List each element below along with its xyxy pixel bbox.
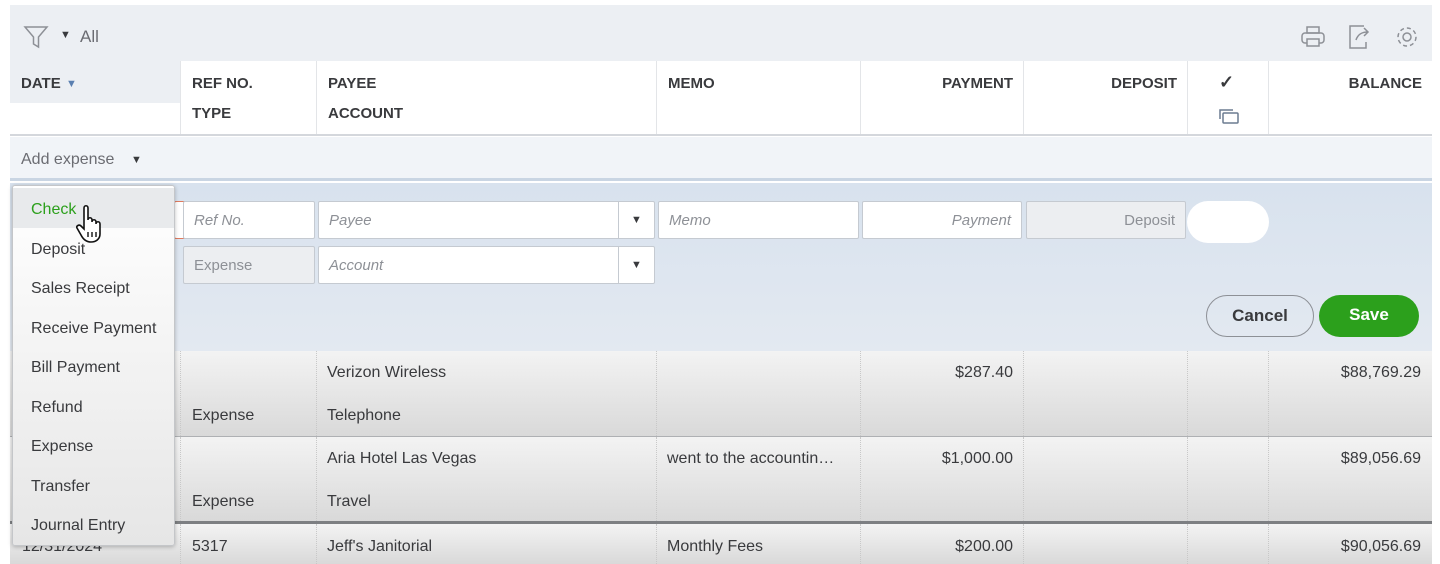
column-date[interactable]: DATE ▼ (10, 61, 180, 134)
column-deposit: DEPOSIT (1023, 61, 1187, 134)
chevron-down-icon[interactable]: ▼ (131, 154, 142, 166)
export-icon[interactable] (1346, 24, 1372, 50)
add-expense-dropdown[interactable]: Add expense (21, 151, 114, 169)
register-header: DATE ▼ REF NO. TYPE PAYEE ACCOUNT MEMO PAY… (10, 61, 1432, 136)
memo-input[interactable]: Memo (658, 201, 859, 239)
column-memo: MEMO (656, 61, 860, 134)
chevron-down-icon: ▼ (618, 247, 654, 283)
menu-item-expense[interactable]: Expense (13, 425, 174, 465)
column-payment: PAYMENT (860, 61, 1023, 134)
table-row[interactable]: Expense Verizon Wireless Telephone $287.… (10, 351, 1432, 437)
save-button[interactable]: Save (1319, 295, 1419, 337)
print-icon[interactable] (1300, 24, 1326, 50)
register-toolbar: ▼ All (10, 5, 1432, 61)
type-field: Expense (183, 246, 315, 284)
add-expense-bar: Add expense ▼ (10, 137, 1432, 181)
column-ref-type: REF NO. TYPE (180, 61, 316, 134)
chevron-down-icon: ▼ (618, 202, 654, 238)
cancel-button[interactable]: Cancel (1206, 295, 1314, 337)
deposit-input[interactable]: Deposit (1026, 201, 1186, 239)
ref-no-input[interactable]: Ref No. (183, 201, 315, 239)
account-input[interactable]: Account ▼ (318, 246, 655, 284)
menu-item-refund[interactable]: Refund (13, 386, 174, 426)
payee-input[interactable]: Payee ▼ (318, 201, 655, 239)
table-row[interactable]: Expense Aria Hotel Las Vegas Travel went… (10, 437, 1432, 524)
menu-item-transfer[interactable]: Transfer (13, 465, 174, 505)
menu-item-sales-receipt[interactable]: Sales Receipt (13, 267, 174, 307)
column-payee-account: PAYEE ACCOUNT (316, 61, 656, 134)
column-balance: BALANCE (1268, 61, 1432, 134)
sort-down-icon: ▼ (66, 78, 77, 90)
payment-input[interactable]: Payment (862, 201, 1022, 239)
filter-dropdown-caret[interactable]: ▼ (60, 29, 71, 41)
filter-icon[interactable] (23, 24, 49, 50)
new-transaction-form: Ref No. Payee ▼ Memo Payment Deposit Expe… (10, 183, 1432, 351)
menu-item-journal-entry[interactable]: Journal Entry (13, 504, 174, 544)
check-icon: ✓ (1219, 72, 1235, 92)
gear-icon[interactable] (1394, 24, 1420, 50)
copy-icon (1219, 109, 1239, 124)
hand-cursor-icon (76, 204, 101, 243)
menu-item-bill-payment[interactable]: Bill Payment (13, 346, 174, 386)
filter-value[interactable]: All (80, 27, 99, 47)
table-row[interactable]: 12/31/2024 5317 Jeff's Janitorial Monthl… (10, 524, 1432, 564)
column-cleared: ✓ (1187, 61, 1268, 134)
cleared-toggle[interactable] (1187, 201, 1269, 243)
menu-item-receive-payment[interactable]: Receive Payment (13, 307, 174, 347)
